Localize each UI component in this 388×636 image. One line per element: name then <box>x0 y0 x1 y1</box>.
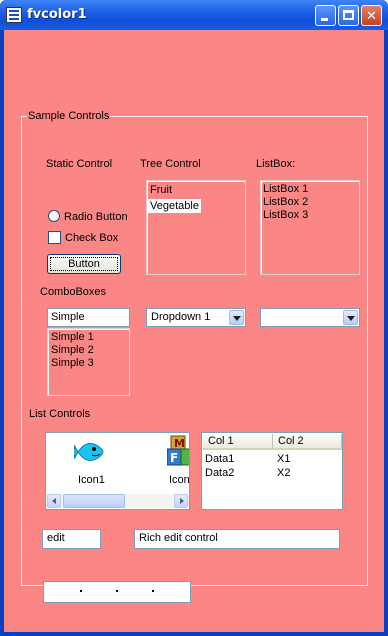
listbox-item[interactable]: ListBox 1 <box>263 183 308 196</box>
simple-combo-item[interactable]: Simple 1 <box>51 331 94 344</box>
minimize-icon <box>321 18 328 21</box>
media-blocks-icon: M F <box>167 435 189 466</box>
window-title: fvcolor1 <box>27 7 87 22</box>
svg-text:F: F <box>170 451 178 465</box>
svg-text:M: M <box>174 437 185 450</box>
ip-separator <box>116 590 118 592</box>
report-cell[interactable]: Data2 <box>205 466 234 480</box>
report-cell[interactable]: Data1 <box>205 452 234 466</box>
icon-view-item[interactable]: Icon2 <box>169 473 189 487</box>
check-box[interactable] <box>48 231 61 244</box>
simple-combo-edit[interactable]: Simple <box>47 308 130 327</box>
chevron-down-icon[interactable] <box>229 310 244 325</box>
listbox-label: ListBox: <box>256 158 296 170</box>
tree-control[interactable]: Fruit Vegetable <box>146 180 246 275</box>
edit-field[interactable]: edit <box>42 529 101 549</box>
listbox-item[interactable]: ListBox 2 <box>263 196 308 209</box>
app-form-icon[interactable] <box>6 7 22 23</box>
icon-list-view[interactable]: Icon1 M F Icon2 <box>45 432 190 510</box>
ip-address-field[interactable] <box>43 581 191 603</box>
scroll-thumb[interactable] <box>63 494 125 508</box>
simple-combo-value: Simple <box>51 311 85 323</box>
groupbox-label: Sample Controls <box>27 109 111 123</box>
fish-icon <box>74 443 104 461</box>
focus-rect <box>50 257 118 271</box>
radio-button-label[interactable]: Radio Button <box>64 210 128 224</box>
icon-view-item[interactable]: Icon1 <box>78 473 105 487</box>
push-button[interactable]: Button <box>47 254 121 274</box>
listbox-item[interactable]: ListBox 3 <box>263 209 308 222</box>
tree-item-vegetable[interactable]: Vegetable <box>148 199 201 213</box>
scroll-left-icon[interactable] <box>47 494 61 508</box>
column-header[interactable]: Col 2 <box>273 434 342 450</box>
horizontal-scrollbar[interactable] <box>47 494 188 508</box>
simple-combo-item[interactable]: Simple 3 <box>51 357 94 370</box>
column-header[interactable]: Col 1 <box>203 434 273 450</box>
listbox[interactable]: ListBox 1 ListBox 2 ListBox 3 <box>260 180 360 275</box>
report-cell[interactable]: X2 <box>277 466 290 480</box>
static-control-label: Static Control <box>46 158 113 170</box>
report-cell[interactable]: X1 <box>277 452 290 466</box>
scroll-right-icon[interactable] <box>174 494 188 508</box>
list-controls-label: List Controls <box>29 408 91 420</box>
comboboxes-label: ComboBoxes <box>40 286 107 298</box>
minimize-button[interactable] <box>315 5 336 26</box>
dropdown-combo-value: Dropdown 1 <box>151 311 211 323</box>
simple-combo-list[interactable]: Simple 1 Simple 2 Simple 3 <box>47 328 130 396</box>
chevron-down-icon[interactable] <box>343 310 358 325</box>
close-icon: ✕ <box>366 8 377 23</box>
maximize-button[interactable] <box>338 5 359 26</box>
tree-item-fruit[interactable]: Fruit <box>148 183 174 197</box>
simple-combo-item[interactable]: Simple 2 <box>51 344 94 357</box>
close-button[interactable]: ✕ <box>361 5 382 26</box>
check-box-label[interactable]: Check Box <box>65 231 118 245</box>
ip-separator <box>152 590 154 592</box>
rich-edit-field[interactable]: Rich edit control <box>134 529 340 549</box>
report-list-view[interactable]: Col 1 Col 2 Data1 X1 Data2 X2 <box>201 432 343 510</box>
app-window: fvcolor1 ✕ Sample Controls Static Contro… <box>0 0 388 636</box>
maximize-icon <box>343 10 354 20</box>
dropdown-combo[interactable]: Dropdown 1 <box>146 308 246 327</box>
ip-separator <box>80 590 82 592</box>
tree-control-label: Tree Control <box>140 158 201 170</box>
droplist-combo[interactable] <box>260 308 360 327</box>
radio-button[interactable] <box>48 210 60 222</box>
title-bar[interactable]: fvcolor1 ✕ <box>0 0 388 30</box>
